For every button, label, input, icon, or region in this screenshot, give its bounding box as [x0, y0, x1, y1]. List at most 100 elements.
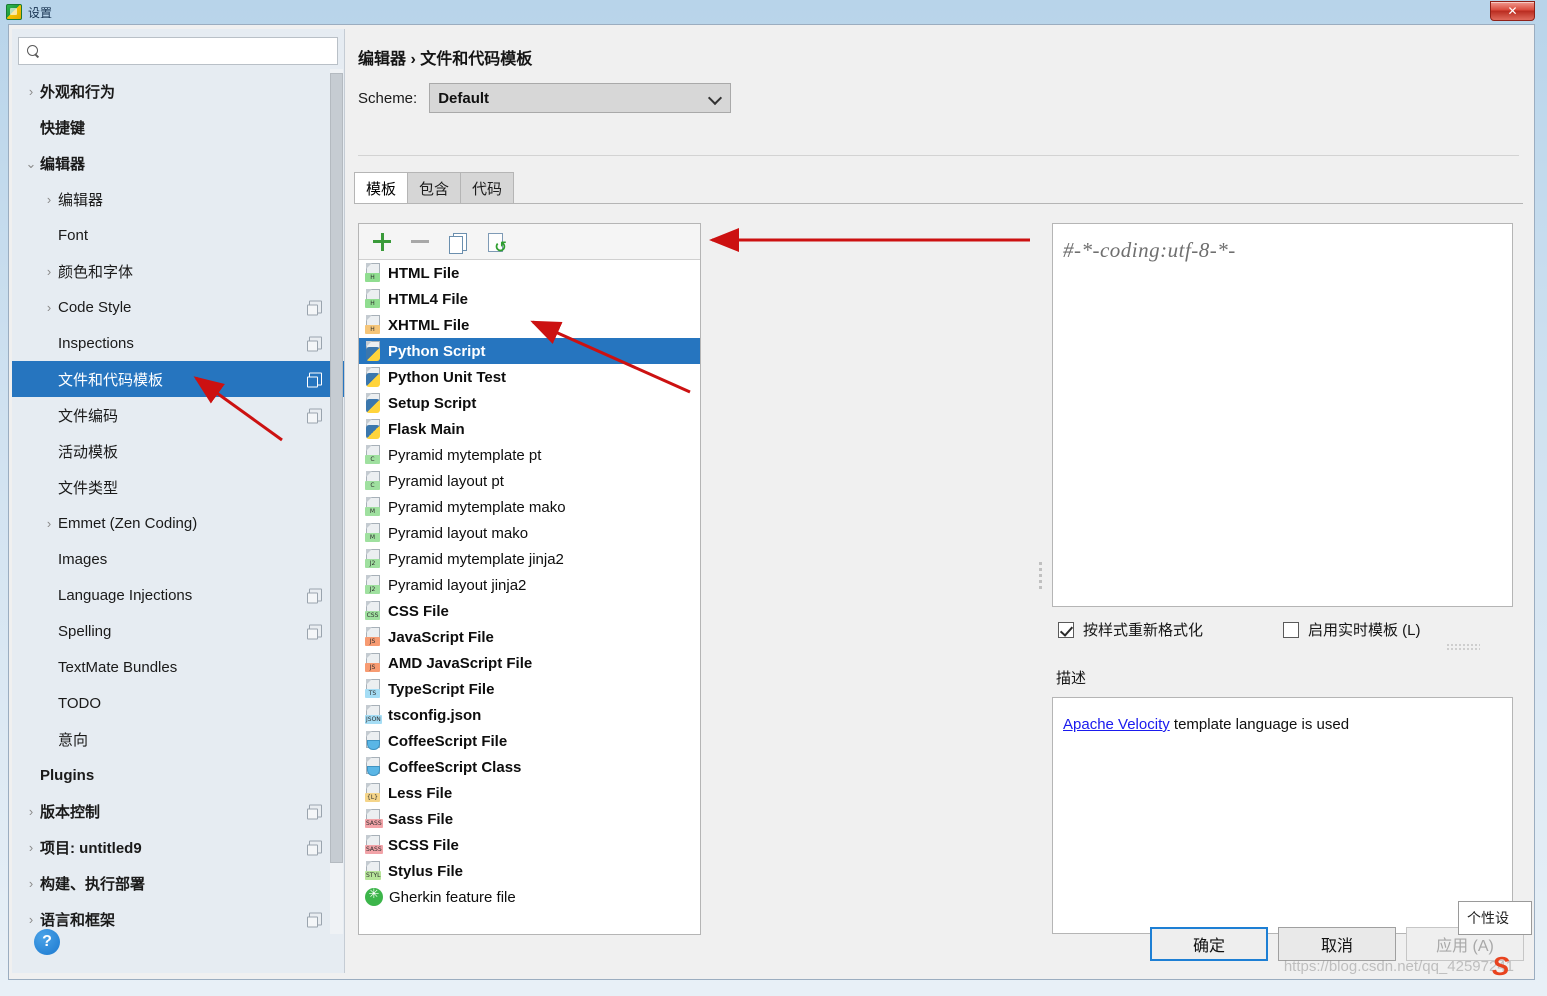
- sidebar-item[interactable]: › 构建、执行部署: [12, 865, 344, 901]
- sidebar-item[interactable]: › 项目: untitled9: [12, 829, 344, 865]
- description-legend: 描述: [1056, 667, 1095, 688]
- template-list-item[interactable]: Python Unit Test: [359, 364, 700, 390]
- sidebar-item-label: 文件和代码模板: [58, 371, 164, 389]
- sidebar-item[interactable]: ›TextMate Bundles: [12, 649, 344, 685]
- plus-icon[interactable]: [371, 231, 393, 253]
- copy-icon[interactable]: [447, 231, 469, 254]
- tab[interactable]: 代码: [460, 172, 515, 204]
- template-list-item[interactable]: Setup Script: [359, 390, 700, 416]
- sidebar-item[interactable]: › Code Style: [12, 289, 344, 325]
- search-box[interactable]: [18, 37, 338, 65]
- template-list-item[interactable]: J2 Pyramid layout jinja2: [359, 572, 700, 598]
- sidebar-item[interactable]: › Emmet (Zen Coding): [12, 505, 344, 541]
- sidebar-item[interactable]: › 外观和行为: [12, 73, 344, 109]
- chevron-right-icon[interactable]: ›: [22, 805, 40, 818]
- template-list-item[interactable]: JS JavaScript File: [359, 624, 700, 650]
- chevron-down-icon[interactable]: ⌄: [22, 157, 40, 170]
- template-list-panel: H HTML File H HTML4 File H XHTML File Python S…: [358, 223, 701, 935]
- template-list-item[interactable]: TS TypeScript File: [359, 676, 700, 702]
- apache-velocity-link[interactable]: Apache Velocity: [1063, 716, 1170, 733]
- sidebar-item[interactable]: ›快捷键: [12, 109, 344, 145]
- ok-button[interactable]: 确定: [1150, 927, 1268, 961]
- sidebar-item[interactable]: ›意向: [12, 721, 344, 757]
- chevron-right-icon[interactable]: ›: [40, 301, 58, 314]
- sidebar-scrollbar-thumb[interactable]: [330, 73, 343, 863]
- template-list-item[interactable]: H HTML4 File: [359, 286, 700, 312]
- sidebar-item[interactable]: ›Language Injections: [12, 577, 344, 613]
- template-list-item[interactable]: CoffeeScript File: [359, 728, 700, 754]
- sidebar-item[interactable]: ›Images: [12, 541, 344, 577]
- minus-icon[interactable]: [409, 231, 431, 253]
- template-list-item[interactable]: H HTML File: [359, 260, 700, 286]
- sidebar-item-label: Spelling: [58, 622, 112, 640]
- sidebar-item[interactable]: ›TODO: [12, 685, 344, 721]
- template-list-item[interactable]: M Pyramid layout mako: [359, 520, 700, 546]
- tab[interactable]: 包含: [407, 172, 462, 204]
- file-type-tag: J2: [365, 559, 380, 568]
- sass-file-icon: SASS: [365, 809, 383, 829]
- sidebar-item[interactable]: ›Spelling: [12, 613, 344, 649]
- template-list-item[interactable]: CSS CSS File: [359, 598, 700, 624]
- template-list-item[interactable]: CoffeeScript Class: [359, 754, 700, 780]
- sidebar-item[interactable]: ›Inspections: [12, 325, 344, 361]
- template-list-item[interactable]: Python Script: [359, 338, 700, 364]
- sidebar-item[interactable]: ›文件和代码模板: [12, 361, 344, 397]
- template-list-item[interactable]: J2 Pyramid mytemplate jinja2: [359, 546, 700, 572]
- template-list-item[interactable]: {L} Less File: [359, 780, 700, 806]
- sidebar-item[interactable]: ›Plugins: [12, 757, 344, 793]
- pane-splitter[interactable]: [1036, 559, 1044, 609]
- template-list-item[interactable]: STYL Stylus File: [359, 858, 700, 884]
- sidebar-item[interactable]: ›Font: [12, 217, 344, 253]
- template-list-item[interactable]: JSON tsconfig.json: [359, 702, 700, 728]
- settings-sidebar: ›外观和行为›快捷键⌄编辑器›编辑器›Font›颜色和字体›Code Style…: [12, 29, 345, 973]
- template-list-item[interactable]: Flask Main: [359, 416, 700, 442]
- sidebar-item[interactable]: ›文件类型: [12, 469, 344, 505]
- template-editor[interactable]: #-*-coding:utf-8-*-: [1052, 223, 1513, 607]
- scheme-select[interactable]: Default: [429, 83, 732, 113]
- file-type-tag: STYL: [365, 871, 382, 880]
- sidebar-item[interactable]: ⌄ 编辑器: [12, 145, 344, 181]
- chevron-right-icon[interactable]: ›: [22, 841, 40, 854]
- template-list-item[interactable]: H XHTML File: [359, 312, 700, 338]
- template-list-item[interactable]: M Pyramid mytemplate mako: [359, 494, 700, 520]
- chevron-right-icon[interactable]: ›: [22, 877, 40, 890]
- chevron-right-icon[interactable]: ›: [40, 265, 58, 278]
- template-list-item[interactable]: Gherkin feature file: [359, 884, 700, 910]
- sidebar-item[interactable]: ›文件编码: [12, 397, 344, 433]
- template-list-item[interactable]: SASS SCSS File: [359, 832, 700, 858]
- editor-options-row: 按样式重新格式化 启用实时模板 (L): [1058, 619, 1421, 640]
- template-list-item[interactable]: SASS Sass File: [359, 806, 700, 832]
- chameleon-file-icon: C: [365, 445, 382, 465]
- search-input[interactable]: [45, 42, 331, 60]
- template-list-item-label: HTML4 File: [388, 290, 469, 308]
- sidebar-item[interactable]: ›活动模板: [12, 433, 344, 469]
- close-icon[interactable]: ✕: [1490, 1, 1535, 21]
- reformat-checkbox[interactable]: 按样式重新格式化: [1058, 619, 1203, 640]
- template-list-item[interactable]: C Pyramid layout pt: [359, 468, 700, 494]
- reset-icon[interactable]: [485, 231, 507, 255]
- chevron-right-icon[interactable]: ›: [40, 517, 58, 530]
- sidebar-item-label: 构建、执行部署: [40, 875, 146, 893]
- sidebar-item-label: 快捷键: [40, 119, 86, 137]
- template-list-item[interactable]: C Pyramid mytemplate pt: [359, 442, 700, 468]
- sidebar-item[interactable]: › 版本控制: [12, 793, 344, 829]
- tab-underline: [354, 203, 1523, 204]
- checkbox-unchecked-icon: [1283, 621, 1300, 638]
- tab[interactable]: 模板: [354, 172, 409, 204]
- tab-bar[interactable]: 模板 包含 代码: [354, 172, 515, 204]
- template-list-item[interactable]: JS AMD JavaScript File: [359, 650, 700, 676]
- chevron-right-icon[interactable]: ›: [22, 85, 40, 98]
- sidebar-item[interactable]: › 编辑器: [12, 181, 344, 217]
- settings-tree[interactable]: ›外观和行为›快捷键⌄编辑器›编辑器›Font›颜色和字体›Code Style…: [12, 69, 344, 973]
- chevron-right-icon[interactable]: ›: [22, 913, 40, 926]
- resize-grip-icon[interactable]: [1446, 643, 1480, 651]
- sidebar-item-label: Images: [58, 550, 108, 568]
- chevron-right-icon[interactable]: ›: [40, 193, 58, 206]
- sidebar-item[interactable]: › 语言和框架: [12, 901, 344, 937]
- sidebar-item[interactable]: › 颜色和字体: [12, 253, 344, 289]
- help-button[interactable]: ?: [34, 929, 60, 955]
- cancel-button[interactable]: 取消: [1278, 927, 1396, 961]
- live-template-checkbox[interactable]: 启用实时模板 (L): [1283, 619, 1421, 640]
- template-list-item-label: tsconfig.json: [388, 706, 482, 724]
- template-list[interactable]: H HTML File H HTML4 File H XHTML File Python S…: [359, 260, 700, 934]
